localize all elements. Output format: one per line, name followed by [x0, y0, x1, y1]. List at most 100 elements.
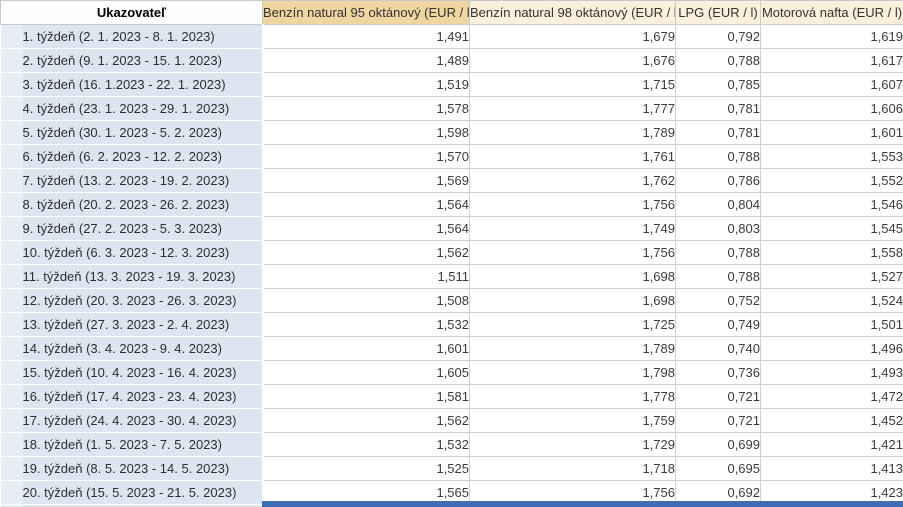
value-cell: 1,545 — [760, 216, 903, 241]
value-cell: 1,532 — [262, 432, 471, 457]
value-cell: 1,570 — [262, 144, 471, 169]
value-cell: 1,472 — [760, 384, 903, 409]
row-label: 11. týždeň (13. 3. 2023 - 19. 3. 2023) — [22, 264, 264, 289]
value-cell: 1,564 — [262, 216, 471, 241]
row-label: 19. týždeň (8. 5. 2023 - 14. 5. 2023) — [22, 456, 264, 481]
table-row: 12. týždeň (20. 3. 2023 - 26. 3. 2023) 1,… — [0, 288, 903, 313]
fuel-price-table-widget: Ukazovateľ Benzín natural 95 oktánový (E… — [0, 0, 903, 507]
value-cell: 1,761 — [469, 144, 677, 169]
row-indent-cell — [0, 312, 23, 337]
table-row: 14. týždeň (3. 4. 2023 - 9. 4. 2023) 1,60… — [0, 336, 903, 361]
table-row: 7. týždeň (13. 2. 2023 - 19. 2. 2023) 1,5… — [0, 168, 903, 193]
value-cell: 0,721 — [675, 384, 762, 409]
value-cell: 1,777 — [469, 96, 677, 121]
row-label: 18. týždeň (1. 5. 2023 - 7. 5. 2023) — [22, 432, 264, 457]
value-cell: 0,736 — [675, 360, 762, 385]
value-cell: 0,788 — [675, 144, 762, 169]
value-cell: 1,562 — [262, 408, 471, 433]
value-cell: 1,581 — [262, 384, 471, 409]
horizontal-scrollbar-thumb[interactable] — [262, 501, 903, 507]
table-row: 8. týždeň (20. 2. 2023 - 26. 2. 2023) 1,5… — [0, 192, 903, 217]
value-cell: 1,789 — [469, 120, 677, 145]
table-row: 18. týždeň (1. 5. 2023 - 7. 5. 2023) 1,53… — [0, 432, 903, 457]
row-label: 10. týždeň (6. 3. 2023 - 12. 3. 2023) — [22, 240, 264, 265]
row-label: 17. týždeň (24. 4. 2023 - 30. 4. 2023) — [22, 408, 264, 433]
value-cell: 0,695 — [675, 456, 762, 481]
row-label: 8. týždeň (20. 2. 2023 - 26. 2. 2023) — [22, 192, 264, 217]
table-row: 4. týždeň (23. 1. 2023 - 29. 1. 2023) 1,5… — [0, 96, 903, 121]
value-cell: 1,789 — [469, 336, 677, 361]
value-cell: 0,752 — [675, 288, 762, 313]
value-cell: 1,598 — [262, 120, 471, 145]
value-cell: 1,798 — [469, 360, 677, 385]
value-cell: 1,489 — [262, 48, 471, 73]
value-cell: 0,721 — [675, 408, 762, 433]
row-label: 15. týždeň (10. 4. 2023 - 16. 4. 2023) — [22, 360, 264, 385]
value-cell: 0,740 — [675, 336, 762, 361]
row-label: 16. týždeň (17. 4. 2023 - 23. 4. 2023) — [22, 384, 264, 409]
value-cell: 1,452 — [760, 408, 903, 433]
value-cell: 1,546 — [760, 192, 903, 217]
row-indent-cell — [0, 72, 23, 97]
row-indent-cell — [0, 432, 23, 457]
table-header-row: Ukazovateľ Benzín natural 95 oktánový (E… — [0, 0, 903, 25]
value-cell: 0,788 — [675, 48, 762, 73]
row-label: 20. týždeň (15. 5. 2023 - 21. 5. 2023) — [22, 480, 264, 505]
value-cell: 1,756 — [469, 240, 677, 265]
table-row: 1. týždeň (2. 1. 2023 - 8. 1. 2023) 1,491… — [0, 24, 903, 49]
value-cell: 1,676 — [469, 48, 677, 73]
value-cell: 1,496 — [760, 336, 903, 361]
column-header[interactable]: Benzín natural 98 oktánový (EUR / l) — [469, 0, 677, 25]
row-indent-cell — [0, 192, 23, 217]
value-cell: 1,619 — [760, 24, 903, 49]
row-label: 13. týždeň (27. 3. 2023 - 2. 4. 2023) — [22, 312, 264, 337]
value-cell: 0,803 — [675, 216, 762, 241]
value-cell: 0,788 — [675, 240, 762, 265]
value-cell: 1,607 — [760, 72, 903, 97]
value-cell: 1,532 — [262, 312, 471, 337]
row-indent-cell — [0, 24, 23, 49]
value-cell: 1,606 — [760, 96, 903, 121]
row-indent-cell — [0, 144, 23, 169]
row-indent-cell — [0, 216, 23, 241]
value-cell: 1,778 — [469, 384, 677, 409]
row-label: 4. týždeň (23. 1. 2023 - 29. 1. 2023) — [22, 96, 264, 121]
value-cell: 1,564 — [262, 192, 471, 217]
column-header[interactable]: LPG (EUR / l) — [675, 0, 762, 25]
value-cell: 1,759 — [469, 408, 677, 433]
table-row: 9. týždeň (27. 2. 2023 - 5. 3. 2023) 1,56… — [0, 216, 903, 241]
value-cell: 1,508 — [262, 288, 471, 313]
table-row: 3. týždeň (16. 1.2023 - 22. 1. 2023) 1,51… — [0, 72, 903, 97]
value-cell: 1,617 — [760, 48, 903, 73]
row-indent-cell — [0, 168, 23, 193]
value-cell: 0,781 — [675, 96, 762, 121]
value-cell: 1,562 — [262, 240, 471, 265]
value-cell: 1,605 — [262, 360, 471, 385]
row-label: 9. týždeň (27. 2. 2023 - 5. 3. 2023) — [22, 216, 264, 241]
column-header[interactable]: Benzín natural 95 oktánový (EUR / l) — [262, 0, 471, 25]
row-label: 1. týždeň (2. 1. 2023 - 8. 1. 2023) — [22, 24, 264, 49]
value-cell: 1,558 — [760, 240, 903, 265]
row-indent-cell — [0, 120, 23, 145]
row-indent-cell — [0, 336, 23, 361]
row-indent-cell — [0, 408, 23, 433]
value-cell: 1,511 — [262, 264, 471, 289]
value-cell: 1,718 — [469, 456, 677, 481]
value-cell: 1,729 — [469, 432, 677, 457]
value-cell: 1,421 — [760, 432, 903, 457]
row-label: 3. týždeň (16. 1.2023 - 22. 1. 2023) — [22, 72, 264, 97]
row-label: 6. týždeň (6. 2. 2023 - 12. 2. 2023) — [22, 144, 264, 169]
value-cell: 1,493 — [760, 360, 903, 385]
row-indent-cell — [0, 456, 23, 481]
value-cell: 0,804 — [675, 192, 762, 217]
table-row: 5. týždeň (30. 1. 2023 - 5. 2. 2023) 1,59… — [0, 120, 903, 145]
row-label: 14. týždeň (3. 4. 2023 - 9. 4. 2023) — [22, 336, 264, 361]
column-header[interactable]: Motorová nafta (EUR / l) — [760, 0, 903, 25]
row-indent-cell — [0, 96, 23, 121]
value-cell: 1,749 — [469, 216, 677, 241]
row-label: 12. týždeň (20. 3. 2023 - 26. 3. 2023) — [22, 288, 264, 313]
value-cell: 0,785 — [675, 72, 762, 97]
value-cell: 1,501 — [760, 312, 903, 337]
row-indent-cell — [0, 384, 23, 409]
value-cell: 1,601 — [262, 336, 471, 361]
